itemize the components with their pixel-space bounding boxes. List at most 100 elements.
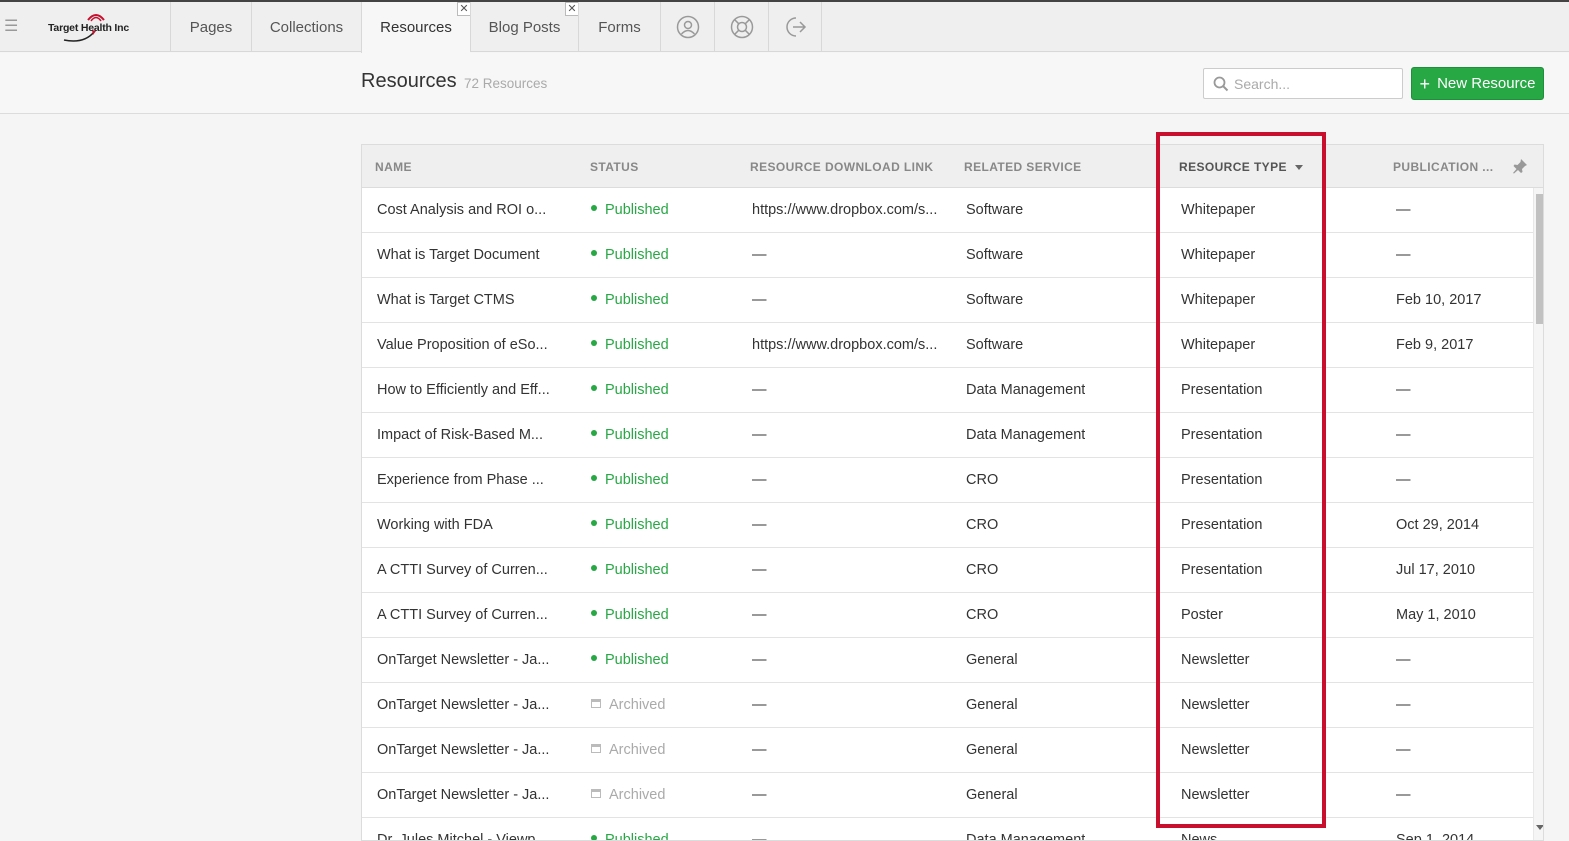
tab-pages[interactable]: Pages [170, 2, 251, 52]
search-box[interactable] [1203, 68, 1403, 99]
row-status: Published [591, 472, 669, 488]
row-related-service: CRO [966, 472, 999, 488]
tab-blog-posts[interactable]: Blog Posts ✕ [470, 2, 579, 52]
published-dot-icon [591, 520, 597, 527]
table-row[interactable]: Working with FDA Published — CRO Presentatio… [362, 503, 1533, 548]
row-name[interactable]: OnTarget Newsletter - Ja... [377, 652, 549, 668]
row-name[interactable]: A CTTI Survey of Curren... [377, 607, 548, 623]
row-download-link: — [752, 787, 767, 803]
close-icon[interactable]: ✕ [565, 2, 579, 16]
account-button[interactable] [660, 2, 714, 52]
row-resource-type: Newsletter [1181, 697, 1250, 713]
row-status: Published [591, 517, 669, 533]
row-publication-date: — [1396, 697, 1411, 713]
row-name[interactable]: A CTTI Survey of Curren... [377, 562, 548, 578]
plus-icon: + [1419, 73, 1431, 94]
help-button[interactable] [714, 2, 768, 52]
published-dot-icon [591, 385, 597, 392]
table-row[interactable]: OnTarget Newsletter - Ja... Archived — Gene… [362, 773, 1533, 818]
row-status: Published [591, 427, 669, 443]
scroll-down-arrow-icon[interactable] [1536, 825, 1543, 830]
table-row[interactable]: OnTarget Newsletter - Ja... Archived — Gene… [362, 728, 1533, 773]
row-name[interactable]: Working with FDA [377, 517, 493, 533]
row-name[interactable]: OnTarget Newsletter - Ja... [377, 742, 549, 758]
table-row[interactable]: OnTarget Newsletter - Ja... Published — Gen… [362, 638, 1533, 683]
tab-resources[interactable]: Resources ✕ [361, 2, 471, 53]
row-name[interactable]: What is Target Document [377, 247, 540, 263]
row-related-service: General [966, 652, 1018, 668]
row-resource-type: Whitepaper [1181, 202, 1256, 218]
table-row[interactable]: OnTarget Newsletter - Ja... Archived — Gene… [362, 683, 1533, 728]
table-row[interactable]: Dr. Jules Mitchel - Viewp... Published — Da… [362, 818, 1533, 840]
signout-button[interactable] [768, 2, 822, 52]
row-name[interactable]: OnTarget Newsletter - Ja... [377, 787, 549, 803]
table-row[interactable]: Value Proposition of eSo... Published http… [362, 323, 1533, 368]
row-download-link: — [752, 697, 767, 713]
row-status: Published [591, 202, 669, 218]
logo[interactable]: Target Health Inc [44, 10, 140, 46]
pin-icon[interactable] [1512, 158, 1528, 174]
column-header-publication[interactable]: PUBLICATION ... [1393, 160, 1493, 174]
status-label: Published [605, 247, 669, 263]
published-dot-icon [591, 430, 597, 437]
help-icon [730, 15, 753, 39]
table-row[interactable]: Cost Analysis and ROI o... Published https… [362, 188, 1533, 233]
row-name[interactable]: Value Proposition of eSo... [377, 337, 548, 353]
column-header-name[interactable]: NAME [375, 160, 412, 174]
row-name[interactable]: How to Efficiently and Eff... [377, 382, 550, 398]
status-label: Published [605, 382, 669, 398]
row-download-link: — [752, 472, 767, 488]
row-related-service: Software [966, 247, 1024, 263]
resources-table: NAME STATUS RESOURCE DOWNLOAD LINK RELAT… [361, 144, 1544, 841]
table-row[interactable]: Impact of Risk-Based M... Published — Data … [362, 413, 1533, 458]
column-header-download-link[interactable]: RESOURCE DOWNLOAD LINK [750, 160, 933, 174]
row-download-link: — [752, 247, 767, 263]
row-name[interactable]: Cost Analysis and ROI o... [377, 202, 546, 218]
row-status: Published [591, 337, 669, 353]
row-related-service: Data Management [966, 382, 1086, 398]
row-related-service: Data Management [966, 427, 1086, 443]
published-dot-icon [591, 475, 597, 482]
tab-collections[interactable]: Collections [251, 2, 361, 52]
row-related-service: General [966, 787, 1018, 803]
published-dot-icon [591, 340, 597, 347]
row-status: Published [591, 607, 669, 623]
table-row[interactable]: A CTTI Survey of Curren... Published — CRO P… [362, 593, 1533, 638]
row-publication-date: Jul 17, 2010 [1396, 562, 1476, 578]
table-row[interactable]: How to Efficiently and Eff... Published — D… [362, 368, 1533, 413]
row-name[interactable]: Dr. Jules Mitchel - Viewp... [377, 832, 548, 840]
table-row[interactable]: What is Target Document Published — Softwar… [362, 233, 1533, 278]
search-icon [1213, 76, 1229, 92]
row-resource-type: Presentation [1181, 427, 1263, 443]
status-label: Published [605, 337, 669, 353]
row-resource-type: Presentation [1181, 562, 1263, 578]
status-label: Published [605, 562, 669, 578]
close-icon[interactable]: ✕ [457, 2, 471, 16]
row-resource-type: Newsletter [1181, 652, 1250, 668]
column-header-resource-type[interactable]: RESOURCE TYPE [1179, 160, 1303, 174]
scrollbar-thumb[interactable] [1536, 194, 1543, 324]
scrollbar[interactable] [1533, 188, 1543, 840]
table-row[interactable]: Experience from Phase ... Published — CRO Pr… [362, 458, 1533, 503]
row-resource-type: Presentation [1181, 382, 1263, 398]
new-resource-button[interactable]: + New Resource [1411, 67, 1544, 100]
hamburger-menu-icon[interactable]: ☰ [4, 18, 20, 36]
row-name[interactable]: Impact of Risk-Based M... [377, 427, 543, 443]
row-status: Archived [591, 697, 665, 713]
table-row[interactable]: A CTTI Survey of Curren... Published — CRO P… [362, 548, 1533, 593]
tab-forms[interactable]: Forms [578, 2, 660, 52]
tab-label: Pages [189, 18, 233, 36]
table-row[interactable]: What is Target CTMS Published — Software Whi… [362, 278, 1533, 323]
status-label: Published [605, 202, 669, 218]
top-nav-bar: ☰ Target Health Inc Pages Collections Re… [0, 0, 1569, 53]
row-name[interactable]: What is Target CTMS [377, 292, 515, 308]
row-name[interactable]: OnTarget Newsletter - Ja... [377, 697, 549, 713]
column-header-related-service[interactable]: RELATED SERVICE [964, 160, 1082, 174]
row-name[interactable]: Experience from Phase ... [377, 472, 544, 488]
column-header-status[interactable]: STATUS [590, 160, 639, 174]
row-related-service: CRO [966, 607, 999, 623]
row-related-service: Software [966, 337, 1024, 353]
row-download-link: — [752, 742, 767, 758]
row-resource-type: Newsletter [1181, 742, 1250, 758]
search-input[interactable] [1234, 73, 1394, 95]
